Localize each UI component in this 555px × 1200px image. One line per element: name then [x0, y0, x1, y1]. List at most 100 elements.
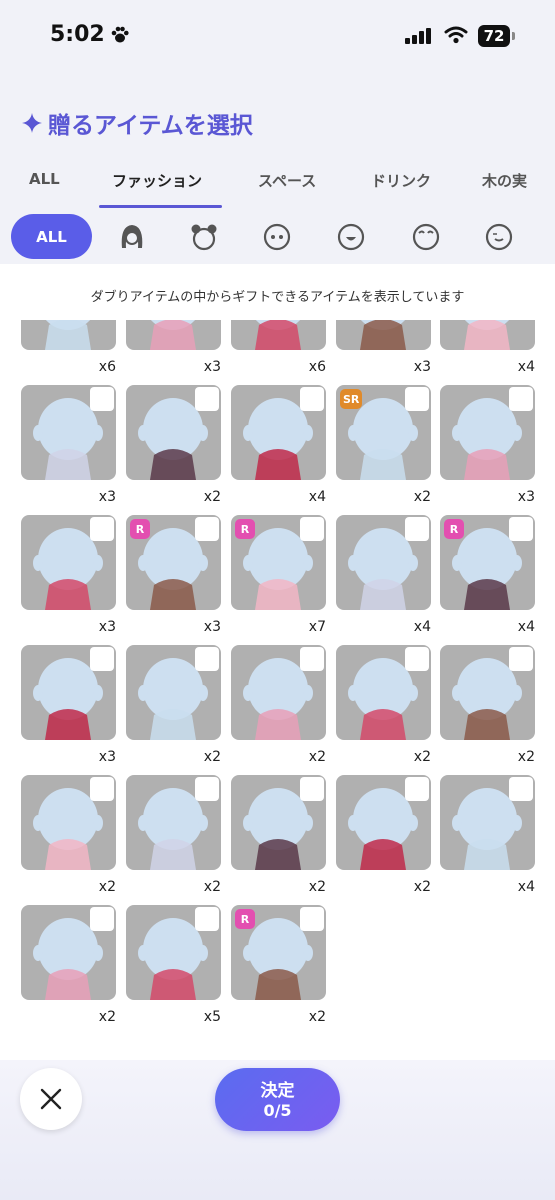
filter-all-chip[interactable]: ALL	[11, 214, 92, 259]
item-count: x2	[203, 749, 221, 765]
item-count: x3	[203, 619, 221, 635]
close-button[interactable]	[20, 1068, 82, 1130]
item-tile[interactable]	[231, 320, 326, 350]
tab-all[interactable]: ALL	[29, 170, 60, 188]
select-checkbox[interactable]	[90, 517, 114, 541]
select-checkbox[interactable]	[509, 647, 533, 671]
item-tile[interactable]	[440, 385, 535, 480]
item-count: x2	[308, 749, 326, 765]
rarity-badge: R	[235, 909, 255, 929]
status-time: 5:02	[50, 22, 105, 47]
item-count: x5	[203, 1009, 221, 1025]
select-checkbox[interactable]	[195, 647, 219, 671]
item-count: x3	[517, 489, 535, 505]
item-tile[interactable]	[336, 320, 431, 350]
tab-drink[interactable]: ドリンク	[371, 170, 431, 191]
face-mouth-icon[interactable]	[336, 222, 366, 252]
hair-icon[interactable]	[117, 222, 147, 252]
filter-bar: ALL	[0, 214, 555, 264]
tab-nuts[interactable]: 木の実	[482, 170, 527, 191]
rarity-badge: SR	[340, 389, 363, 409]
item-tile[interactable]	[126, 385, 221, 480]
item-tile[interactable]	[336, 515, 431, 610]
select-checkbox[interactable]	[195, 907, 219, 931]
item-tile[interactable]	[440, 320, 535, 350]
select-checkbox[interactable]	[195, 387, 219, 411]
item-tile[interactable]	[21, 515, 116, 610]
select-checkbox[interactable]	[90, 907, 114, 931]
item-count: x3	[98, 749, 116, 765]
item-tile[interactable]	[126, 320, 221, 350]
select-checkbox[interactable]	[300, 517, 324, 541]
select-checkbox[interactable]	[509, 777, 533, 801]
item-count: x4	[517, 619, 535, 635]
confirm-button[interactable]: 決定 0/5	[215, 1068, 340, 1131]
item-count: x2	[308, 879, 326, 895]
close-icon	[40, 1088, 62, 1110]
select-checkbox[interactable]	[405, 777, 429, 801]
item-count: x2	[308, 1009, 326, 1025]
rarity-badge: R	[130, 519, 150, 539]
item-tile[interactable]	[440, 775, 535, 870]
item-count: x3	[98, 619, 116, 635]
wifi-icon	[444, 26, 468, 48]
item-tile[interactable]: R	[231, 515, 326, 610]
item-tile[interactable]	[336, 645, 431, 740]
cellular-signal-icon	[405, 28, 433, 48]
phone-case-icon	[464, 320, 510, 350]
item-tile[interactable]	[126, 905, 221, 1000]
item-grid: x6 x3 x6 x3 x4 x3 x2 x4 SR x2 x3 x3 Rx3 Rx7 x4 Rx4 x3 x2 x…	[0, 320, 555, 1040]
legs-icon	[150, 320, 196, 350]
item-count: x3	[98, 489, 116, 505]
select-checkbox[interactable]	[405, 517, 429, 541]
item-tile[interactable]	[231, 385, 326, 480]
tab-underline	[99, 205, 222, 208]
select-checkbox[interactable]	[90, 777, 114, 801]
item-tile[interactable]: SR	[336, 385, 431, 480]
face-eyes-icon[interactable]	[262, 222, 292, 252]
item-count: x4	[517, 359, 535, 375]
sparkle-icon	[22, 113, 42, 133]
select-checkbox[interactable]	[300, 907, 324, 931]
item-tile[interactable]	[231, 775, 326, 870]
item-tile[interactable]	[21, 320, 116, 350]
animal-ears-icon[interactable]	[189, 222, 219, 252]
select-checkbox[interactable]	[90, 387, 114, 411]
select-checkbox[interactable]	[195, 517, 219, 541]
item-tile[interactable]	[21, 905, 116, 1000]
item-tile[interactable]	[336, 775, 431, 870]
select-checkbox[interactable]	[90, 647, 114, 671]
battery-icon: 72	[478, 25, 510, 47]
face-brows-icon[interactable]	[411, 222, 441, 252]
paw-icon	[110, 25, 130, 49]
tab-space[interactable]: スペース	[258, 170, 316, 191]
item-tile[interactable]: R	[231, 905, 326, 1000]
item-tile[interactable]: R	[440, 515, 535, 610]
item-tile[interactable]	[440, 645, 535, 740]
select-checkbox[interactable]	[509, 387, 533, 411]
select-checkbox[interactable]	[405, 387, 429, 411]
item-tile[interactable]	[21, 645, 116, 740]
item-count: x7	[308, 619, 326, 635]
item-tile[interactable]	[126, 775, 221, 870]
item-count: x3	[203, 359, 221, 375]
item-count: x2	[517, 749, 535, 765]
notice-text: ダブりアイテムの中からギフトできるアイテムを表示しています	[90, 290, 465, 305]
face-blush-icon[interactable]	[484, 222, 514, 252]
item-tile[interactable]	[126, 645, 221, 740]
select-checkbox[interactable]	[195, 777, 219, 801]
tab-fashion[interactable]: ファッション	[112, 170, 202, 191]
item-tile[interactable]	[231, 645, 326, 740]
select-checkbox[interactable]	[509, 517, 533, 541]
select-checkbox[interactable]	[300, 777, 324, 801]
item-tile[interactable]	[21, 775, 116, 870]
select-checkbox[interactable]	[405, 647, 429, 671]
select-checkbox[interactable]	[300, 647, 324, 671]
item-count: x2	[203, 879, 221, 895]
item-tile[interactable]: R	[126, 515, 221, 610]
item-tile[interactable]	[21, 385, 116, 480]
item-count: x2	[98, 1009, 116, 1025]
category-tabs: ALL ファッション スペース ドリンク 木の実	[0, 160, 555, 212]
item-count: x2	[203, 489, 221, 505]
select-checkbox[interactable]	[300, 387, 324, 411]
